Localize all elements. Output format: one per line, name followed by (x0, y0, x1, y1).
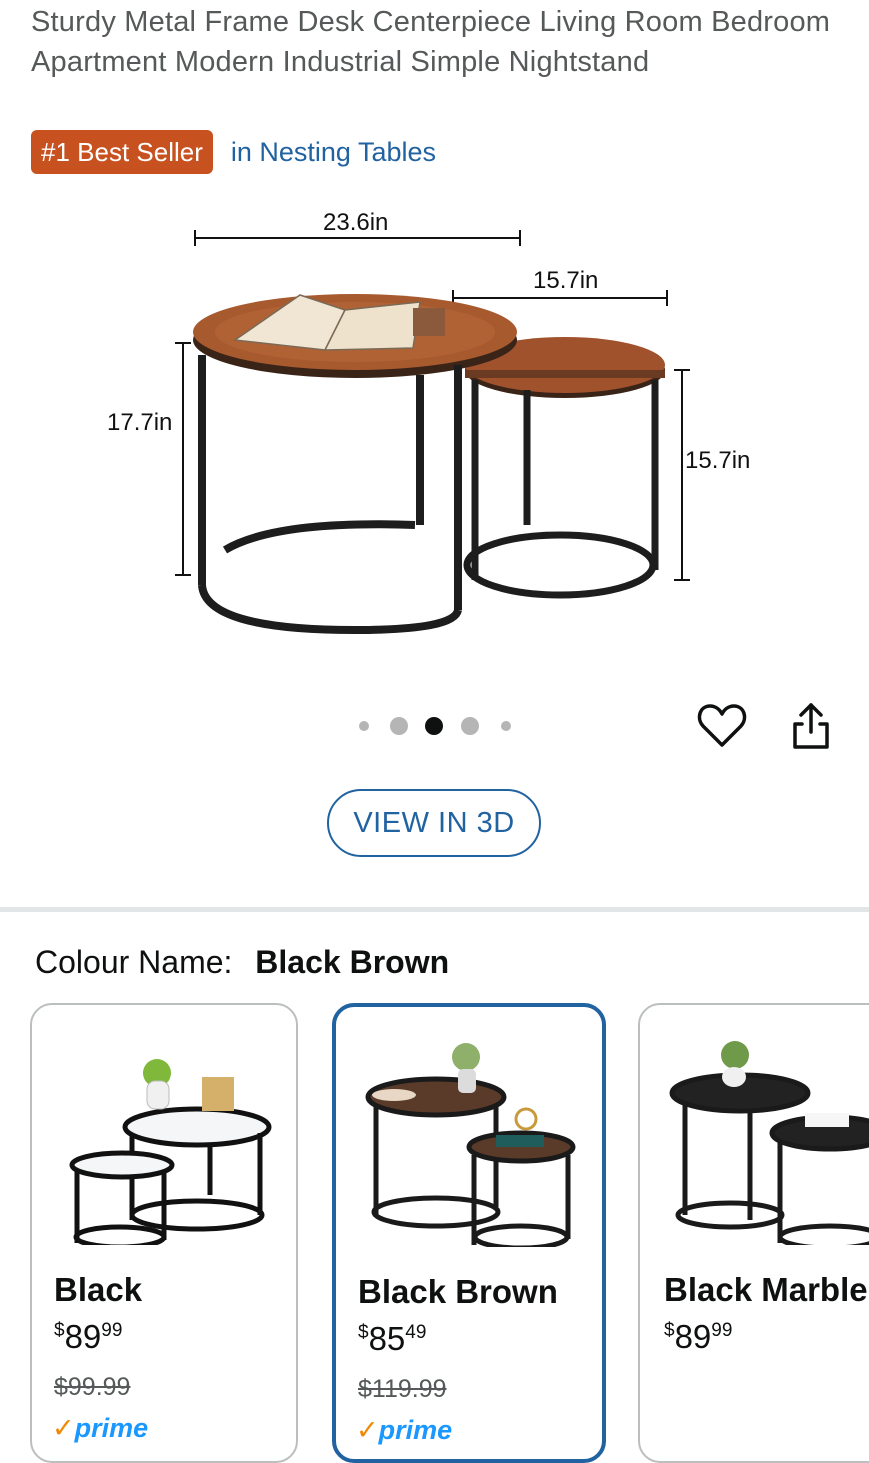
colour-name-row: Colour Name: Black Brown (35, 940, 449, 984)
swatch-name: Black Brown (358, 1273, 558, 1310)
best-seller-category-link[interactable]: in Nesting Tables (231, 137, 436, 168)
swatch-price: $8999 (664, 1318, 733, 1355)
view-in-3d-button[interactable]: VIEW IN 3D (327, 789, 541, 857)
prime-badge: ✓prime (52, 1413, 149, 1443)
section-divider (0, 907, 869, 912)
swatch-image-black (69, 1059, 272, 1245)
colour-name-value: Black Brown (255, 944, 450, 980)
carousel-dot-active[interactable] (425, 717, 443, 735)
swatch-name: Black Marble (664, 1271, 868, 1308)
colour-swatch-black-brown[interactable]: Black Brown $8549 $119.99 ✓prime (332, 1003, 606, 1463)
carousel-dot[interactable] (390, 717, 408, 735)
large-table-illustration (193, 294, 517, 635)
carousel-dot[interactable] (461, 717, 479, 735)
carousel-dot[interactable] (359, 721, 369, 731)
swatch-image-black-brown (365, 1043, 576, 1247)
product-title: Sturdy Metal Frame Desk Centerpiece Livi… (31, 6, 831, 78)
dim-width-small: 15.7in (533, 267, 598, 294)
prime-badge: ✓prime (356, 1415, 453, 1445)
colour-swatch-black-marble[interactable]: Black Marble $8999 (638, 1003, 869, 1463)
small-table-illustration (463, 337, 665, 599)
best-seller-badge[interactable]: #1 Best Seller (31, 130, 213, 174)
best-seller-row: #1 Best Seller in Nesting Tables (31, 130, 436, 174)
dim-height-small: 15.7in (685, 447, 750, 474)
dim-width-large: 23.6in (323, 209, 388, 236)
dim-height-large: 17.7in (107, 409, 172, 436)
share-icon[interactable] (787, 700, 835, 752)
swatch-was-price: $99.99 (54, 1373, 131, 1401)
swatch-image-black-marble (669, 1041, 869, 1245)
colour-swatch-black[interactable]: Black $8999 $99.99 ✓prime (30, 1003, 298, 1463)
swatch-price: $8999 (54, 1318, 123, 1355)
heart-icon[interactable] (697, 702, 747, 750)
swatch-name: Black (54, 1271, 143, 1308)
carousel-dots[interactable] (355, 714, 515, 738)
swatch-price: $8549 (358, 1320, 427, 1357)
product-image[interactable]: 23.6in 15.7in 17.7in 15.7in (95, 190, 775, 640)
swatch-was-price: $119.99 (358, 1375, 447, 1403)
carousel-dot[interactable] (501, 721, 511, 731)
colour-name-label: Colour Name: (35, 944, 233, 980)
